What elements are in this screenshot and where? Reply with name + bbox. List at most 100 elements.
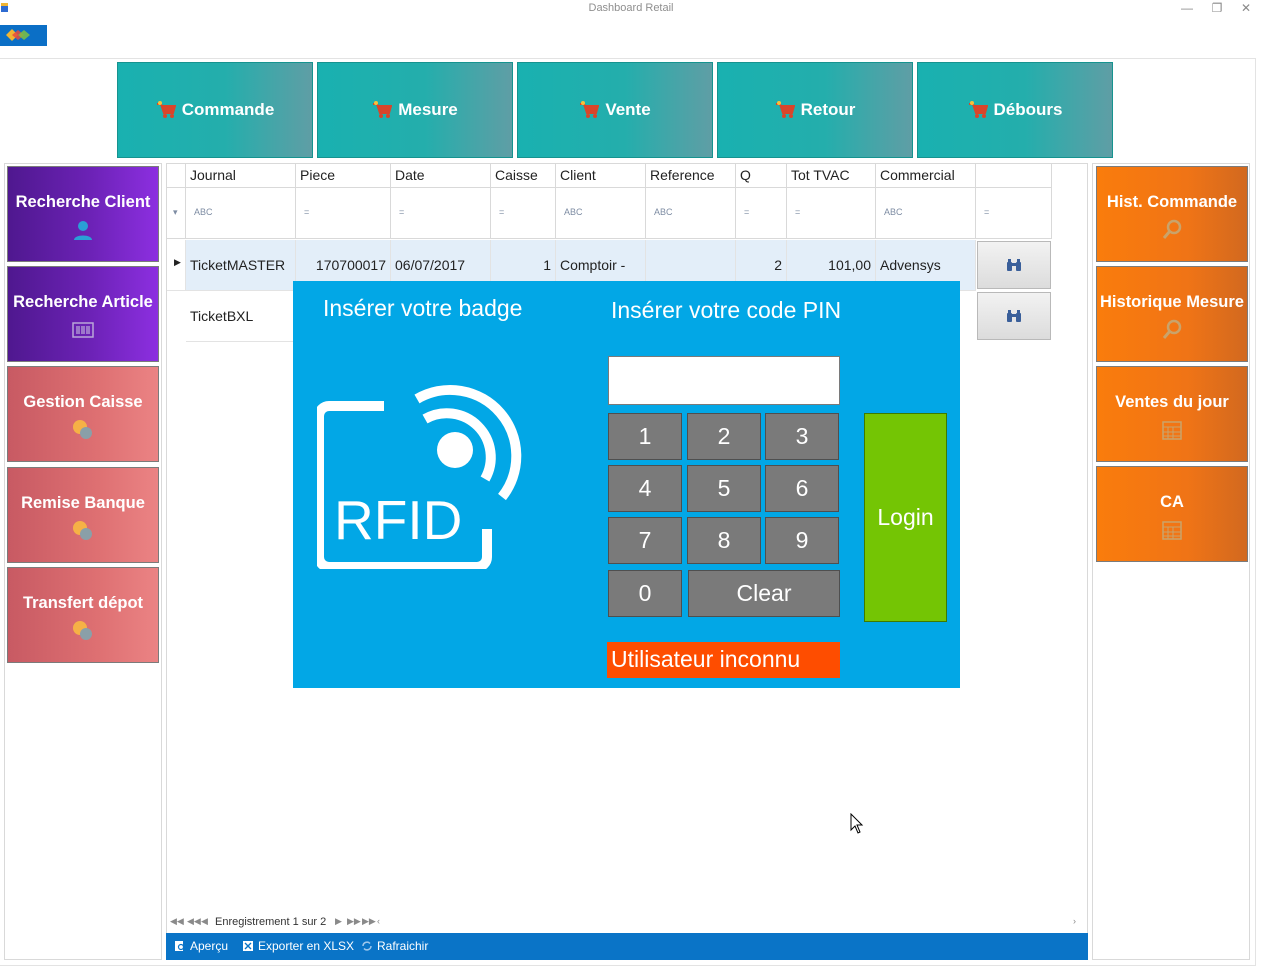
historique-mesure-button[interactable]: Historique Mesure (1096, 266, 1248, 362)
hist-commande-button[interactable]: Hist. Commande (1096, 166, 1248, 262)
vente-button[interactable]: Vente (517, 62, 713, 158)
recherche-client-label: Recherche Client (15, 193, 151, 211)
prev-page-icon[interactable]: ◀◀ (187, 916, 201, 927)
prev-record-icon[interactable]: ◀ (201, 916, 208, 927)
column-header-date[interactable]: Date (391, 163, 491, 188)
refresh-button[interactable]: Rafraichir (361, 939, 428, 953)
filter-q[interactable]: = (736, 188, 787, 239)
excel-icon (243, 941, 253, 951)
cell-journal[interactable]: TicketBXL (186, 291, 296, 342)
mesure-button[interactable]: Mesure (317, 62, 513, 158)
filter-date[interactable]: = (391, 188, 491, 239)
key-3[interactable]: 3 (765, 413, 839, 460)
filter-action[interactable]: = (976, 188, 1052, 239)
cart-icon (968, 101, 988, 118)
next-page-icon[interactable]: ▶▶ (347, 916, 361, 927)
preview-button[interactable]: Aperçu (174, 939, 228, 953)
retour-label: Retour (800, 100, 856, 119)
filter-caisse[interactable]: = (491, 188, 556, 239)
key-1[interactable]: 1 (608, 413, 682, 460)
first-record-icon[interactable]: ◀◀ (170, 916, 184, 927)
refresh-label: Rafraichir (377, 939, 429, 953)
ventes-du-jour-label: Ventes du jour (1115, 393, 1229, 411)
close-icon[interactable]: ✕ (1234, 0, 1258, 18)
title-bar: Dashboard Retail — ❐ ✕ (0, 0, 1262, 18)
column-header-tot-tvac[interactable]: Tot TVAC (787, 163, 876, 188)
key-7[interactable]: 7 (608, 517, 682, 564)
column-header-action (976, 163, 1052, 188)
column-header-caisse[interactable]: Caisse (491, 163, 556, 188)
export-xlsx-button[interactable]: Exporter en XLSX (242, 939, 354, 953)
next-record-icon[interactable]: ▶ (335, 916, 342, 927)
filter-reference[interactable]: ABC (646, 188, 736, 239)
barcode-icon (72, 322, 94, 338)
binoculars-icon (1007, 259, 1021, 271)
preview-icon (175, 941, 185, 951)
column-header-journal[interactable]: Journal (186, 163, 296, 188)
calendar-icon (1162, 521, 1182, 540)
ventes-du-jour-button[interactable]: Ventes du jour (1096, 366, 1248, 462)
filter-tot-tvac[interactable]: = (787, 188, 876, 239)
key-4[interactable]: 4 (608, 465, 682, 512)
filter-client[interactable]: ABC (556, 188, 646, 239)
app-logo (0, 25, 47, 46)
column-header-q[interactable]: Q (736, 163, 787, 188)
column-header-client[interactable]: Client (556, 163, 646, 188)
key-8[interactable]: 8 (687, 517, 761, 564)
calendar-icon (1162, 421, 1182, 440)
recherche-client-button[interactable]: Recherche Client (7, 166, 159, 262)
key-0[interactable]: 0 (608, 570, 682, 617)
refresh-icon (362, 941, 372, 951)
key-6[interactable]: 6 (765, 465, 839, 512)
key-9[interactable]: 9 (765, 517, 839, 564)
key-2[interactable]: 2 (687, 413, 761, 460)
rfid-label: RFID (334, 489, 462, 551)
scroll-left-icon[interactable]: ‹ (377, 916, 380, 926)
column-header-piece[interactable]: Piece (296, 163, 391, 188)
export-xlsx-label: Exporter en XLSX (258, 939, 355, 953)
debours-label: Débours (993, 100, 1063, 119)
mesure-label: Mesure (398, 100, 458, 119)
transfert-depot-button[interactable]: Transfert dépot (7, 567, 159, 663)
coins-icon (73, 420, 92, 439)
cart-icon (580, 101, 600, 118)
row-detail-button[interactable] (977, 292, 1051, 340)
recherche-article-button[interactable]: Recherche Article (7, 266, 159, 362)
last-record-icon[interactable]: ▶▶ (362, 916, 376, 927)
mouse-cursor-icon (850, 813, 864, 834)
filter-commercial[interactable]: ABC (876, 188, 976, 239)
remise-banque-button[interactable]: Remise Banque (7, 467, 159, 563)
hist-commande-label: Hist. Commande (1106, 193, 1238, 211)
column-header-commercial[interactable]: Commercial (876, 163, 976, 188)
status-message: Utilisateur inconnu (607, 642, 840, 678)
filter-pin-icon: ▾ (167, 188, 186, 239)
transfert-depot-label: Transfert dépot (22, 594, 144, 612)
row-detail-button[interactable] (977, 241, 1051, 289)
gestion-caisse-button[interactable]: Gestion Caisse (7, 366, 159, 462)
filter-journal[interactable]: ABC (186, 188, 296, 239)
vente-label: Vente (605, 100, 651, 119)
login-button[interactable]: Login (864, 413, 947, 622)
scroll-right-icon[interactable]: › (1073, 916, 1076, 926)
search-icon (1162, 219, 1182, 239)
cart-icon (775, 101, 795, 118)
restore-icon[interactable]: ❐ (1205, 0, 1229, 18)
cell-journal[interactable]: TicketMASTER (186, 240, 296, 291)
debours-button[interactable]: Débours (917, 62, 1113, 158)
filter-piece[interactable]: = (296, 188, 391, 239)
minimize-icon[interactable]: — (1175, 0, 1199, 18)
key-5[interactable]: 5 (687, 465, 761, 512)
bottom-toolbar: Aperçu Exporter en XLSX Rafraichir (166, 933, 1088, 960)
column-header-reference[interactable]: Reference (646, 163, 736, 188)
record-counter: Enregistrement 1 sur 2 (215, 916, 327, 928)
user-icon (74, 221, 92, 240)
commande-label: Commande (181, 100, 275, 119)
retour-button[interactable]: Retour (717, 62, 913, 158)
row-selected-icon: ▶ (167, 240, 186, 291)
ca-button[interactable]: CA (1096, 466, 1248, 562)
clear-button[interactable]: Clear (688, 570, 840, 617)
pin-input[interactable] (608, 356, 840, 405)
recherche-article-label: Recherche Article (13, 293, 153, 311)
commande-button[interactable]: Commande (117, 62, 313, 158)
preview-label: Aperçu (190, 939, 229, 953)
